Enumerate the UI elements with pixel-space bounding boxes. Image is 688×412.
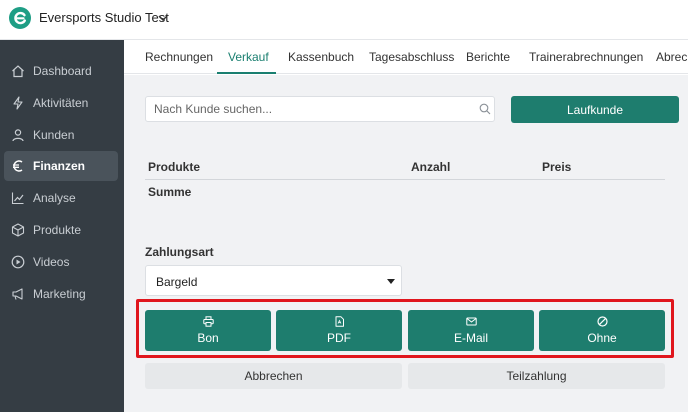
tab-verkauf[interactable]: Verkauf [228, 50, 269, 64]
email-button-label: E-Mail [453, 331, 488, 345]
user-icon [12, 129, 24, 142]
pdf-file-icon [335, 316, 344, 327]
column-header-anzahl: Anzahl [411, 160, 451, 174]
table-divider [145, 179, 665, 180]
envelope-icon [465, 317, 477, 326]
home-icon [12, 65, 24, 78]
sidebar-item-finanzen[interactable]: Finanzen [4, 151, 118, 181]
ohne-button[interactable]: Ohne [539, 310, 665, 351]
sidebar-item-label: Dashboard [33, 64, 92, 78]
sidebar-item-dashboard[interactable]: Dashboard [4, 56, 118, 86]
pdf-button[interactable]: PDF [276, 310, 402, 351]
eversports-logo-icon[interactable] [9, 7, 31, 29]
column-header-preis: Preis [542, 160, 572, 174]
printer-icon [202, 316, 214, 327]
column-header-produkte: Produkte [148, 160, 201, 174]
top-bar: Eversports Studio Test [0, 0, 688, 40]
pdf-button-label: PDF [327, 331, 351, 345]
box-icon [11, 223, 25, 237]
customer-search [145, 96, 495, 122]
partial-payment-button[interactable]: Teilzahlung [408, 363, 665, 389]
sidebar: Dashboard Aktivitäten Kunden Finanzen An… [0, 40, 124, 412]
sum-label: Summe [148, 185, 192, 199]
megaphone-icon [12, 288, 23, 300]
chart-line-icon [11, 192, 24, 205]
payment-method-select[interactable]: Bargeld [145, 265, 402, 296]
tab-rechnungen[interactable]: Rechnungen [145, 50, 213, 64]
ohne-button-label: Ohne [587, 331, 617, 345]
active-tab-indicator [217, 72, 276, 74]
chevron-down-icon[interactable] [157, 12, 169, 24]
sidebar-item-label: Produkte [33, 223, 82, 237]
sidebar-item-label: Marketing [33, 287, 86, 301]
bolt-icon [13, 96, 23, 110]
sidebar-item-label: Kunden [33, 128, 75, 142]
play-circle-icon [11, 255, 25, 269]
finance-tabs: Rechnungen Verkauf Kassenbuch Tagesabsch… [124, 40, 688, 74]
sidebar-item-analyse[interactable]: Analyse [4, 183, 118, 213]
payment-method-value: Bargeld [156, 275, 198, 289]
tab-trainerabrechnungen[interactable]: Trainerabrechnungen [529, 50, 643, 64]
tab-abrechnungen[interactable]: Abrechnungen [656, 50, 688, 64]
sidebar-item-label: Finanzen [33, 159, 86, 173]
laufkunde-button[interactable]: Laufkunde [511, 96, 679, 123]
euro-icon [13, 160, 23, 172]
ban-icon [596, 316, 608, 327]
sidebar-item-label: Videos [33, 255, 70, 269]
studio-name[interactable]: Eversports Studio Test [39, 10, 169, 25]
sidebar-item-produkte[interactable]: Produkte [4, 215, 118, 245]
search-icon[interactable] [479, 103, 491, 115]
sidebar-item-label: Aktivitäten [33, 96, 89, 110]
bon-button[interactable]: Bon [145, 310, 271, 351]
sidebar-item-label: Analyse [33, 191, 76, 205]
sidebar-item-marketing[interactable]: Marketing [4, 279, 118, 309]
sidebar-item-videos[interactable]: Videos [4, 247, 118, 277]
payment-method-label: Zahlungsart [145, 245, 214, 259]
sidebar-item-aktivitaeten[interactable]: Aktivitäten [4, 88, 118, 118]
main-content [124, 75, 688, 412]
tab-tagesabschluss[interactable]: Tagesabschluss [369, 50, 454, 64]
tab-kassenbuch[interactable]: Kassenbuch [288, 50, 354, 64]
sidebar-item-kunden[interactable]: Kunden [4, 120, 118, 150]
caret-down-icon [387, 279, 395, 284]
cancel-button[interactable]: Abbrechen [145, 363, 402, 389]
customer-search-input[interactable] [146, 97, 466, 121]
bon-button-label: Bon [197, 331, 219, 345]
email-button[interactable]: E-Mail [408, 310, 534, 351]
tab-berichte[interactable]: Berichte [466, 50, 510, 64]
